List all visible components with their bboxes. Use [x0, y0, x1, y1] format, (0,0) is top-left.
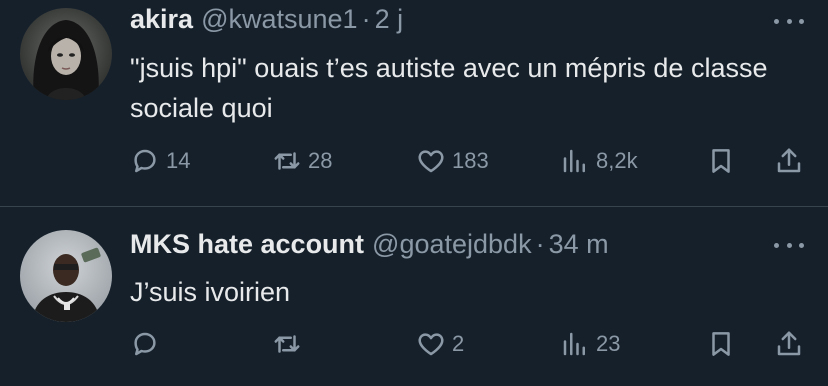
more-options-icon[interactable]	[774, 240, 804, 250]
bookmark-icon	[712, 332, 730, 356]
separator-dot: ·	[361, 4, 371, 34]
tweet-header: MKS hate account @goatejdbdk · 34 m	[130, 228, 609, 260]
reply-button[interactable]: 14	[130, 143, 190, 179]
tweet-text: J’suis ivoirien	[130, 277, 291, 307]
view-count: 23	[596, 331, 621, 356]
tweet-header: akira @kwatsune1 · 2 j	[130, 3, 403, 35]
retweet-button[interactable]	[272, 326, 308, 362]
views-button[interactable]: 23	[560, 326, 620, 362]
like-button[interactable]: 183	[416, 143, 489, 179]
display-name[interactable]: akira	[130, 3, 193, 35]
timestamp[interactable]: 2 j	[375, 3, 404, 35]
display-name[interactable]: MKS hate account	[130, 228, 364, 260]
reply-icon	[134, 332, 156, 356]
bookmark-button[interactable]	[706, 326, 736, 362]
avatar[interactable]	[20, 230, 112, 322]
heart-icon	[418, 333, 444, 356]
more-options-icon[interactable]	[774, 16, 804, 26]
like-count: 2	[452, 331, 465, 356]
heart-icon	[418, 150, 444, 173]
retweet-icon	[274, 335, 300, 353]
share-icon	[777, 331, 801, 356]
retweet-button[interactable]: 28	[272, 143, 332, 179]
like-count: 183	[452, 148, 489, 173]
retweet-count: 28	[308, 148, 333, 173]
share-icon	[777, 148, 801, 173]
view-count: 8,2k	[596, 148, 638, 173]
tweet-actions: 2 23	[0, 326, 828, 362]
bar-chart-icon	[563, 332, 585, 356]
bookmark-button[interactable]	[706, 143, 736, 179]
tweet-actions: 14 28 183 8,2k	[0, 143, 828, 179]
tweet-feed: akira @kwatsune1 · 2 j "jsuis hpi" ouais…	[0, 0, 828, 386]
bookmark-icon	[712, 149, 730, 173]
separator-dot: ·	[535, 229, 545, 259]
retweet-icon	[274, 152, 300, 170]
reply-icon	[134, 149, 156, 173]
share-button[interactable]	[774, 326, 804, 362]
views-button[interactable]: 8,2k	[560, 143, 638, 179]
like-button[interactable]: 2	[416, 326, 464, 362]
share-button[interactable]	[774, 143, 804, 179]
reply-button[interactable]	[130, 326, 166, 362]
avatar[interactable]	[20, 8, 112, 100]
bar-chart-icon	[563, 149, 585, 173]
timestamp[interactable]: 34 m	[549, 228, 609, 260]
reply-count: 14	[166, 148, 191, 173]
tweet-text: "jsuis hpi" ouais t’es autiste avec un m…	[130, 53, 768, 123]
user-handle[interactable]: @kwatsune1	[201, 3, 358, 35]
user-handle[interactable]: @goatejdbdk	[372, 228, 532, 260]
